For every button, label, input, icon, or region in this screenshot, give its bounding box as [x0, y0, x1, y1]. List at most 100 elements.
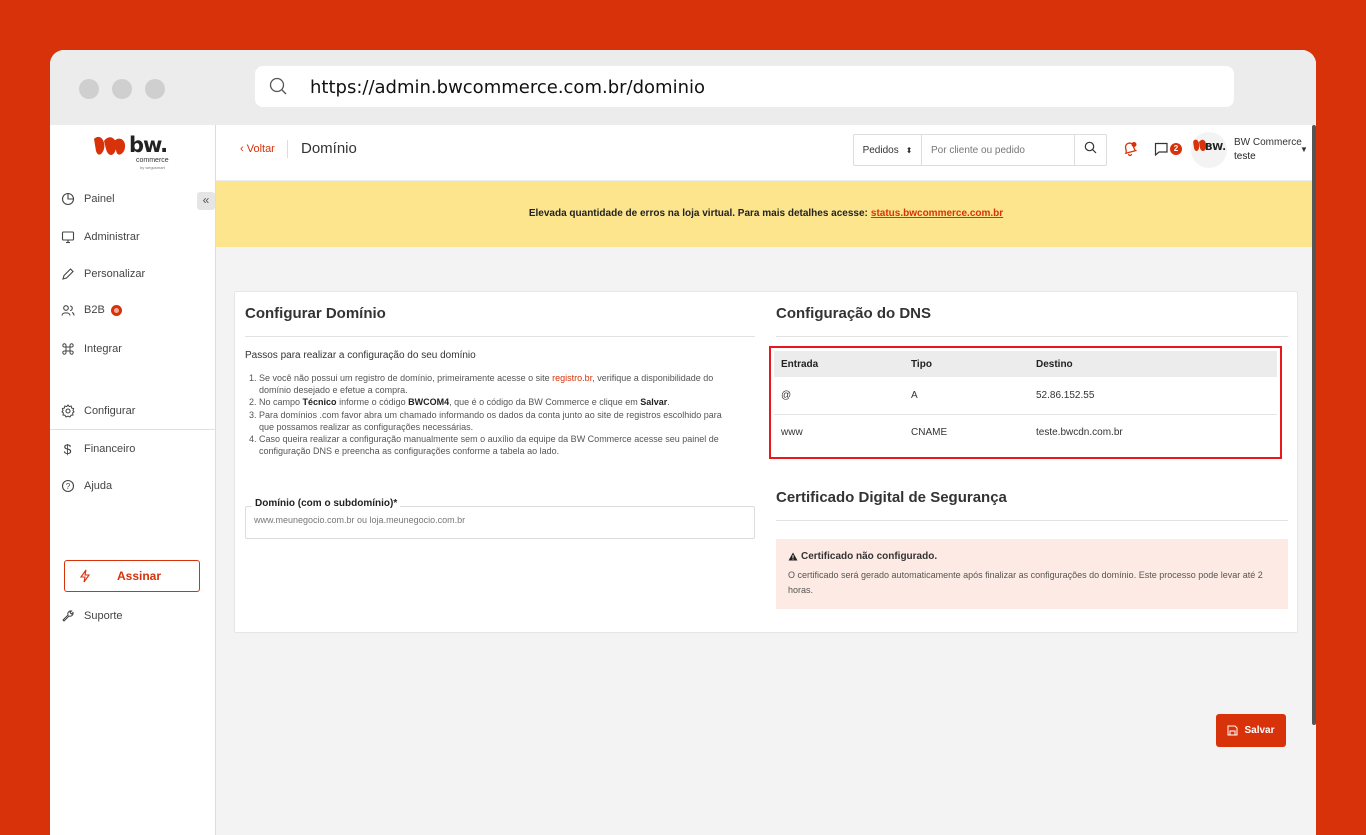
window-maximize-dot[interactable] [145, 79, 165, 99]
step-bold: BWCOM4 [408, 397, 450, 408]
sidebar-item-label: Personalizar [84, 268, 146, 280]
main-content: Elevada quantidade de erros na loja virt… [216, 181, 1316, 835]
sort-caret-icon: ⬍ [905, 145, 913, 155]
step-text: Caso queira realizar a configuração manu… [259, 434, 719, 445]
url-text[interactable]: https://admin.bwcommerce.com.br/dominio [310, 77, 705, 98]
step-item: 4. Caso queira realizar a configuração ma… [249, 433, 749, 457]
sidebar-item-label: Administrar [84, 231, 140, 243]
floppy-disk-icon [1227, 725, 1238, 736]
svg-text:?: ? [65, 482, 70, 491]
dns-header-entrada: Entrada [774, 351, 904, 377]
sidebar-item-label: Painel [84, 193, 115, 205]
order-search: Pedidos ⬍ [853, 134, 1107, 166]
window-minimize-dot[interactable] [112, 79, 132, 99]
sidebar-item-personalizar[interactable]: Personalizar [60, 264, 145, 284]
certificate-warning: Certificado não configurado. O certifica… [776, 539, 1288, 609]
dns-cell-destino: teste.bwcdn.com.br [1036, 427, 1123, 439]
dns-header-row: Entrada Tipo Destino [774, 351, 1277, 377]
step-item: 1. Se você não possui um registro de domí… [249, 372, 749, 396]
avatar-text: BW. [1205, 142, 1227, 153]
search-type-select[interactable]: Pedidos ⬍ [854, 135, 922, 165]
assinar-button[interactable]: Assinar [64, 560, 200, 592]
window-close-dot[interactable] [79, 79, 99, 99]
sidebar-item-ajuda[interactable]: ? Ajuda [60, 476, 112, 496]
b2b-status-badge [110, 304, 122, 316]
save-button[interactable]: Salvar [1216, 714, 1286, 747]
certificate-warning-title-text: Certificado não configurado. [801, 551, 938, 562]
user-name: BW Commerce [1234, 137, 1302, 148]
status-link[interactable]: status.bwcommerce.com.br [871, 208, 1003, 219]
registro-br-link[interactable]: registro.br [552, 373, 592, 383]
users-icon [60, 303, 75, 318]
dns-title-divider [776, 336, 1288, 337]
back-link[interactable]: ‹ Voltar [240, 143, 275, 155]
dns-cell-tipo: CNAME [911, 427, 948, 439]
collapse-sidebar-button[interactable]: « [197, 192, 215, 210]
step-text: . [667, 397, 670, 408]
dns-cell-entrada: www [781, 427, 803, 439]
browser-window: https://admin.bwcommerce.com.br/dominio … [50, 50, 1316, 835]
domain-input[interactable] [254, 515, 734, 525]
sidebar-item-painel[interactable]: Painel [60, 189, 115, 209]
avatar[interactable]: BW. [1191, 132, 1227, 168]
chat-icon[interactable] [1154, 142, 1170, 161]
admin-app: bw. commerce by wegusmart « Painel Admin… [50, 125, 1316, 835]
alert-text: Elevada quantidade de erros na loja virt… [528, 208, 868, 219]
dns-title: Configuração do DNS [776, 305, 932, 322]
sidebar-item-label: Ajuda [84, 480, 113, 492]
dns-cell-destino: 52.86.152.55 [1029, 377, 1277, 415]
sidebar-item-label: Integrar [84, 343, 122, 355]
address-bar[interactable]: https://admin.bwcommerce.com.br/dominio [255, 66, 1234, 107]
sidebar: bw. commerce by wegusmart « Painel Admin… [50, 125, 216, 835]
step-text: que possamos realizar as configurações n… [259, 421, 474, 432]
step-text: , que é o código da BW Commerce e clique… [449, 397, 638, 408]
search-type-value: Pedidos [862, 144, 899, 156]
steps-title: Passos para realizar a configuração do s… [245, 350, 476, 361]
notification-bell-icon[interactable] [1122, 141, 1138, 162]
step-text: domínio desejado e efetue a compra. [259, 385, 408, 396]
step-item: 2. No campo Técnico informe o código BWCO… [249, 397, 670, 408]
step-bold: Técnico [302, 397, 337, 408]
monitor-icon [60, 230, 75, 245]
dns-cell-entrada: @ [774, 377, 904, 415]
pie-chart-icon [60, 192, 75, 207]
sidebar-item-b2b[interactable]: B2B [60, 300, 122, 320]
step-text: Se você não possui um registro de domíni… [259, 373, 550, 383]
step-item: 3. Para domínios .com favor abra um chama… [249, 409, 749, 433]
configurar-dominio-title: Configurar Domínio [245, 305, 386, 322]
search-button[interactable] [1074, 135, 1106, 165]
sidebar-item-financeiro[interactable]: $ Financeiro [60, 439, 136, 459]
search-icon [269, 77, 289, 102]
dollar-icon: $ [63, 441, 72, 457]
wrench-icon [60, 609, 75, 624]
sidebar-item-integrar[interactable]: Integrar [60, 339, 122, 359]
logo-byline: by wegusmart [140, 165, 165, 170]
warning-icon [788, 552, 798, 561]
logo-subtext: commerce [136, 157, 169, 164]
page-title: Domínio [301, 140, 357, 157]
user-menu[interactable]: BW Commerce teste [1234, 136, 1302, 164]
search-input[interactable] [922, 135, 1074, 165]
table-row: @ A 52.86.152.55 [774, 377, 1277, 415]
chevron-down-icon[interactable]: ▼ [1300, 145, 1308, 154]
search-icon [1084, 141, 1097, 159]
dns-cell-tipo: A [904, 377, 1029, 415]
table-row: www CNAME teste.bwcdn.com.br [774, 414, 1277, 451]
lightning-icon [79, 569, 91, 583]
brand-logo[interactable]: bw. commerce by wegusmart [92, 132, 176, 172]
dns-header-destino: Destino [1029, 351, 1277, 377]
title-divider [245, 336, 755, 337]
dns-table: Entrada Tipo Destino @ A 52.86.152.55 ww… [774, 351, 1277, 451]
command-icon [60, 342, 75, 357]
assinar-label: Assinar [117, 569, 162, 583]
help-icon: ? [60, 479, 75, 494]
sidebar-item-label: Configurar [84, 405, 136, 417]
page-scrollbar[interactable] [1312, 125, 1316, 725]
store-name: teste [1234, 151, 1256, 162]
sidebar-item-configurar[interactable]: Configurar [60, 401, 135, 421]
sidebar-item-suporte[interactable]: Suporte [60, 606, 123, 626]
step-text: configuração DNS e preencha as configura… [259, 446, 560, 457]
sidebar-item-administrar[interactable]: Administrar [60, 227, 140, 247]
sidebar-item-label: Suporte [84, 610, 123, 622]
domain-config-card: Configurar Domínio Passos para realizar … [234, 291, 1298, 633]
